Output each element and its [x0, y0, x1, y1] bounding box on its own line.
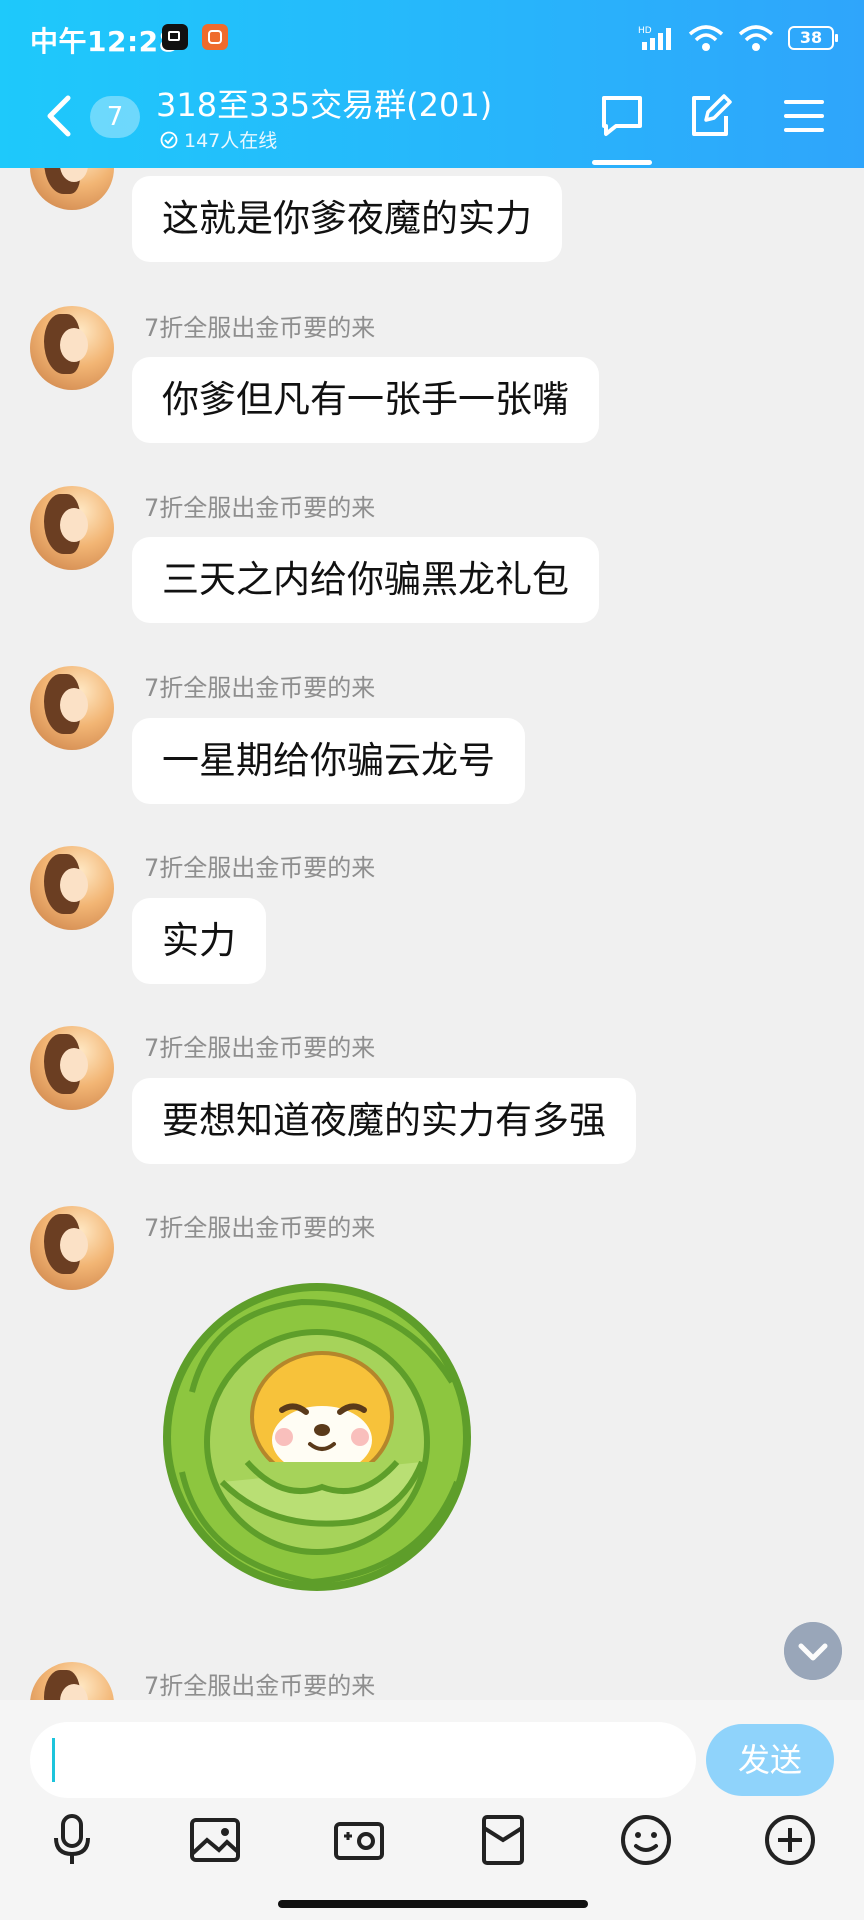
sender-name: 7折全服出金币要的来 — [144, 314, 376, 342]
sender-name: 7折全服出金币要的来 — [144, 1034, 376, 1062]
sender-name: 7折全服出金币要的来 — [144, 854, 376, 882]
send-button[interactable]: 发送 — [706, 1724, 834, 1796]
chat-bubble-icon[interactable] — [598, 92, 646, 140]
wifi-icon — [688, 25, 724, 51]
home-indicator[interactable] — [278, 1900, 588, 1908]
cabbage-shiba-sticker[interactable] — [152, 1272, 482, 1602]
online-text: 147人在线 — [184, 130, 278, 152]
microphone-icon[interactable] — [44, 1812, 100, 1868]
sender-name: 7折全服出金币要的来 — [144, 674, 376, 702]
message-bubble[interactable]: 要想知道夜魔的实力有多强 — [132, 1078, 636, 1164]
message-bubble[interactable]: 实力 — [132, 898, 266, 984]
edit-note-icon[interactable] — [686, 92, 734, 140]
message-bubble[interactable]: 一星期给你骗云龙号 — [132, 718, 525, 804]
svg-text:HD: HD — [638, 26, 652, 36]
camera-icon[interactable] — [331, 1812, 387, 1868]
status-time: 中午12:28 — [30, 25, 179, 58]
sender-name: 7折全服出金币要的来 — [144, 1214, 376, 1242]
sender-name: 7折全服出金币要的来 — [144, 1672, 376, 1700]
scroll-down-button[interactable] — [784, 1622, 842, 1680]
wifi-icon-2 — [738, 25, 774, 51]
status-right: HD 38 — [638, 22, 838, 54]
message-bubble[interactable]: 你爹但凡有一张手一张嘴 — [132, 357, 599, 443]
emoji-icon[interactable] — [618, 1812, 674, 1868]
sender-avatar[interactable] — [30, 666, 114, 750]
sender-avatar[interactable] — [30, 486, 114, 570]
online-count: 147人在线 — [160, 126, 277, 153]
chat-header: 中午12:28 HD 38 7 318至335交易群(201) 147人在线 — [0, 0, 864, 168]
menu-icon[interactable] — [780, 92, 828, 140]
sender-avatar[interactable] — [30, 306, 114, 390]
message-bubble[interactable]: 这就是你爹夜魔的实力 — [132, 176, 562, 262]
battery-indicator: 38 — [788, 26, 838, 50]
sender-avatar[interactable] — [30, 1206, 114, 1290]
sender-avatar[interactable] — [30, 1026, 114, 1110]
app-notification-icon — [202, 24, 228, 50]
screen-record-icon — [162, 24, 188, 50]
message-bubble[interactable]: 三天之内给你骗黑龙礼包 — [132, 537, 599, 623]
input-area: 发送 — [0, 1700, 864, 1920]
image-icon[interactable] — [187, 1812, 243, 1868]
signal-icon: HD — [638, 26, 671, 50]
active-tab-indicator — [592, 160, 652, 165]
status-bar: 中午12:28 HD 38 — [0, 0, 864, 76]
text-caret — [52, 1738, 55, 1782]
plus-icon[interactable] — [762, 1812, 818, 1868]
red-packet-icon[interactable] — [475, 1812, 531, 1868]
sender-name: 7折全服出金币要的来 — [144, 494, 376, 522]
check-circle-icon — [160, 131, 178, 148]
message-input[interactable] — [30, 1722, 696, 1798]
unread-badge[interactable]: 7 — [90, 96, 140, 138]
sender-avatar[interactable] — [30, 846, 114, 930]
group-title[interactable]: 318至335交易群(201) — [156, 80, 492, 126]
back-arrow-icon[interactable] — [42, 94, 78, 138]
